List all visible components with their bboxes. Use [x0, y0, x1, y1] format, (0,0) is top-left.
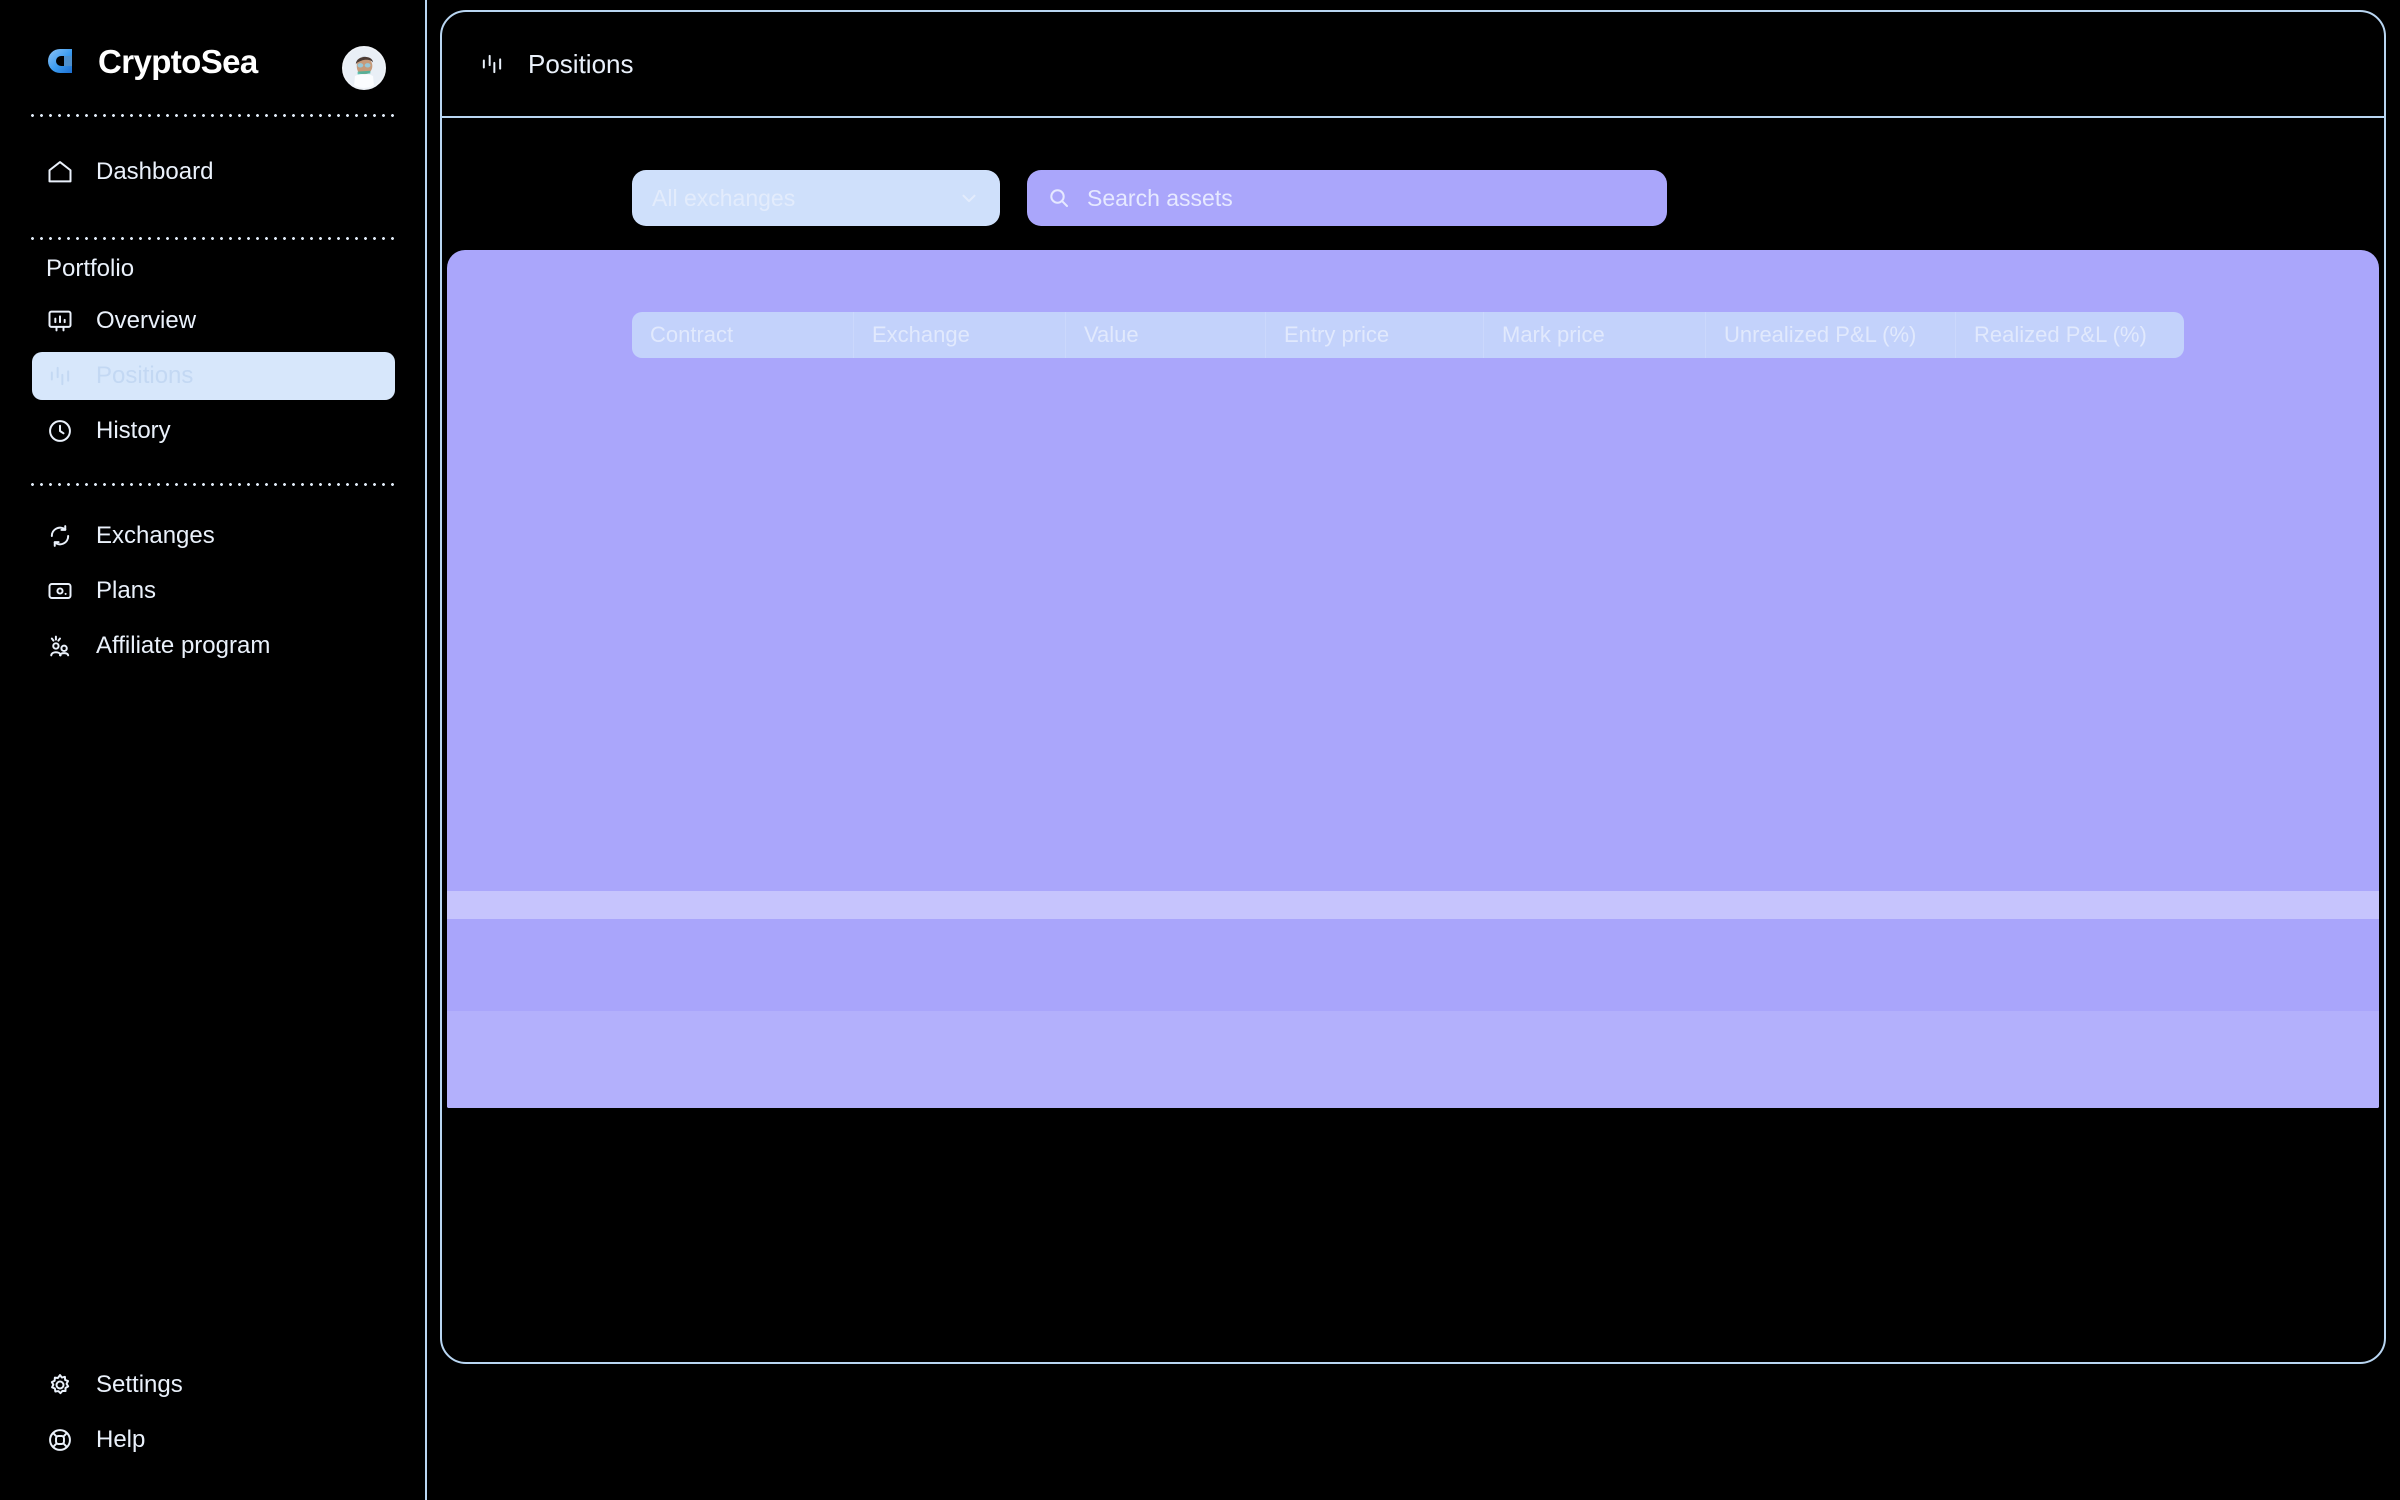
sidebar-section-portfolio: Portfolio	[46, 255, 135, 282]
sidebar-item-affiliate-program[interactable]: Affiliate program	[32, 622, 395, 670]
exchange-filter-select[interactable]: All exchanges	[632, 170, 1000, 226]
sidebar: CryptoSea Dashboard Portfolio Overview P…	[0, 0, 427, 1500]
table-band-lower	[447, 1011, 2379, 1108]
column-header-unrealized-pnl[interactable]: Unrealized P&L (%)	[1706, 312, 1956, 358]
page-title: Positions	[528, 48, 634, 79]
sidebar-item-label: History	[96, 417, 171, 444]
search-icon	[1047, 186, 1071, 210]
home-icon	[46, 158, 74, 186]
lifebuoy-icon	[46, 1426, 74, 1454]
sidebar-item-label: Positions	[96, 362, 194, 389]
sidebar-item-exchanges[interactable]: Exchanges	[32, 512, 395, 560]
positions-table-header: Contract Exchange Value Entry price Mark…	[632, 312, 2184, 358]
refresh-exchange-icon	[46, 522, 74, 550]
affiliate-people-icon	[46, 632, 74, 660]
sidebar-item-label: Settings	[96, 1371, 183, 1398]
brand[interactable]: CryptoSea	[40, 40, 258, 82]
bar-chart-icon	[478, 50, 506, 78]
brand-name: CryptoSea	[98, 42, 258, 80]
column-header-contract[interactable]: Contract	[632, 312, 854, 358]
page-header: Positions	[442, 12, 2384, 118]
sidebar-item-help[interactable]: Help	[32, 1416, 395, 1464]
sidebar-item-label: Help	[96, 1426, 146, 1453]
sidebar-item-dashboard[interactable]: Dashboard	[32, 148, 395, 196]
sidebar-item-history[interactable]: History	[32, 407, 395, 455]
chart-board-icon	[46, 307, 74, 335]
sidebar-item-label: Overview	[96, 307, 197, 334]
main-card: Positions All exchanges Contract	[440, 10, 2386, 1364]
sidebar-item-label: Dashboard	[96, 158, 214, 185]
cryptosea-logo-icon	[40, 40, 82, 82]
column-header-entry-price[interactable]: Entry price	[1266, 312, 1484, 358]
search-input[interactable]	[1087, 184, 1647, 212]
sidebar-divider-top	[28, 114, 398, 117]
column-header-exchange[interactable]: Exchange	[854, 312, 1066, 358]
sidebar-divider-portfolio	[28, 237, 398, 240]
clock-icon	[46, 417, 74, 445]
bar-chart-icon	[46, 362, 74, 390]
sidebar-divider-other	[28, 483, 398, 486]
sidebar-item-overview[interactable]: Overview	[32, 297, 395, 345]
table-band-upper	[447, 891, 2379, 919]
sidebar-item-label: Plans	[96, 577, 157, 604]
exchange-filter-value: All exchanges	[652, 184, 796, 211]
sidebar-item-label: Affiliate program	[96, 632, 271, 659]
search-assets-box[interactable]	[1027, 170, 1667, 226]
card-plan-icon	[46, 577, 74, 605]
chevron-down-icon	[958, 187, 980, 209]
gear-icon	[46, 1371, 74, 1399]
sidebar-item-settings[interactable]: Settings	[32, 1361, 395, 1409]
sidebar-item-label: Exchanges	[96, 522, 215, 549]
column-header-value[interactable]: Value	[1066, 312, 1266, 358]
sidebar-item-positions[interactable]: Positions	[32, 352, 395, 400]
column-header-realized-pnl[interactable]: Realized P&L (%)	[1956, 312, 2184, 358]
sidebar-item-plans[interactable]: Plans	[32, 567, 395, 615]
column-header-mark-price[interactable]: Mark price	[1484, 312, 1706, 358]
table-band-middle	[447, 919, 2379, 1011]
positions-table-panel: Contract Exchange Value Entry price Mark…	[447, 250, 2379, 1108]
avatar[interactable]	[342, 46, 386, 90]
app-root: CryptoSea Dashboard Portfolio Overview P…	[0, 0, 2400, 1500]
